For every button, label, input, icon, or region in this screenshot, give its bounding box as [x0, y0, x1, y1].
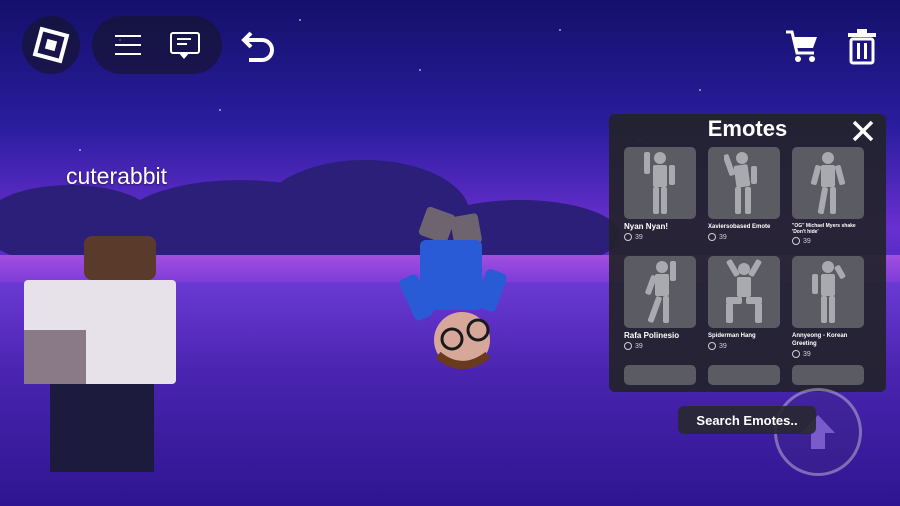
- close-button[interactable]: [848, 116, 878, 146]
- emote-card[interactable]: [792, 365, 864, 385]
- search-emotes-button[interactable]: Search Emotes..: [678, 406, 816, 434]
- emote-card[interactable]: [624, 365, 696, 385]
- emote-card[interactable]: "OG" Michael Myers shake 'Don't hide' 39: [792, 147, 864, 245]
- trash-icon: [848, 29, 876, 65]
- roblox-logo-icon: [32, 26, 70, 64]
- emotes-title: Emotes: [707, 116, 788, 141]
- emote-thumbnail: [792, 147, 864, 219]
- emote-name: Xaviersobased Emote: [708, 224, 771, 230]
- undo-icon: [241, 31, 274, 62]
- emote-thumbnail: [624, 147, 696, 219]
- emote-thumbnail: [708, 256, 780, 328]
- emote-name: Annyeong - Korean Greeting: [792, 333, 848, 347]
- shop-button[interactable]: [778, 22, 826, 70]
- close-icon: [852, 120, 874, 142]
- npc-head: [84, 236, 156, 280]
- player-name-tag: cuterabbit: [66, 163, 168, 189]
- emote-name: Nyan Nyan!: [624, 222, 669, 231]
- emote-thumbnail: [792, 365, 864, 385]
- emote-thumbnail: [624, 256, 696, 328]
- npc-arm: [24, 330, 86, 384]
- emote-card[interactable]: Xaviersobased Emote 39: [708, 147, 780, 241]
- robux-icon: [708, 342, 716, 350]
- emote-name: Spiderman Hang: [708, 333, 756, 339]
- emote-thumbnail: [624, 365, 696, 385]
- chat-icon[interactable]: [169, 32, 200, 59]
- robux-icon: [624, 342, 632, 350]
- roblox-menu-button[interactable]: [22, 16, 80, 74]
- emote-price: 39: [708, 233, 780, 241]
- emote-price: 39: [624, 342, 696, 350]
- emote-thumbnail: [708, 365, 780, 385]
- emote-card[interactable]: Rafa Polinesio 39: [624, 256, 696, 350]
- emote-card[interactable]: Annyeong - Korean Greeting 39: [792, 256, 864, 358]
- emotes-panel: Emotes Nyan Nyan! 39 Xaviersobased Emote…: [609, 114, 886, 392]
- emote-price: 39: [792, 350, 864, 358]
- player-avatar[interactable]: [399, 205, 510, 375]
- emote-thumbnail: [708, 147, 780, 219]
- emote-card[interactable]: Spiderman Hang 39: [708, 256, 780, 350]
- undo-button[interactable]: [236, 22, 282, 68]
- emote-card[interactable]: Nyan Nyan! 39: [624, 147, 696, 241]
- robux-icon: [792, 237, 800, 245]
- emote-card[interactable]: [708, 365, 780, 385]
- robux-icon: [708, 233, 716, 241]
- robux-icon: [624, 233, 632, 241]
- emote-price: 39: [792, 237, 864, 245]
- emote-price: 39: [708, 342, 780, 350]
- robux-icon: [792, 350, 800, 358]
- emote-name: Rafa Polinesio: [624, 331, 680, 340]
- cart-icon: [786, 30, 817, 62]
- emote-price: 39: [624, 233, 696, 241]
- menu-chat-group: [92, 16, 222, 74]
- hamburger-menu-icon[interactable]: [114, 35, 141, 55]
- delete-button[interactable]: [838, 22, 886, 70]
- emote-name: "OG" Michael Myers shake 'Don't hide': [792, 223, 856, 235]
- emote-thumbnail: [792, 256, 864, 328]
